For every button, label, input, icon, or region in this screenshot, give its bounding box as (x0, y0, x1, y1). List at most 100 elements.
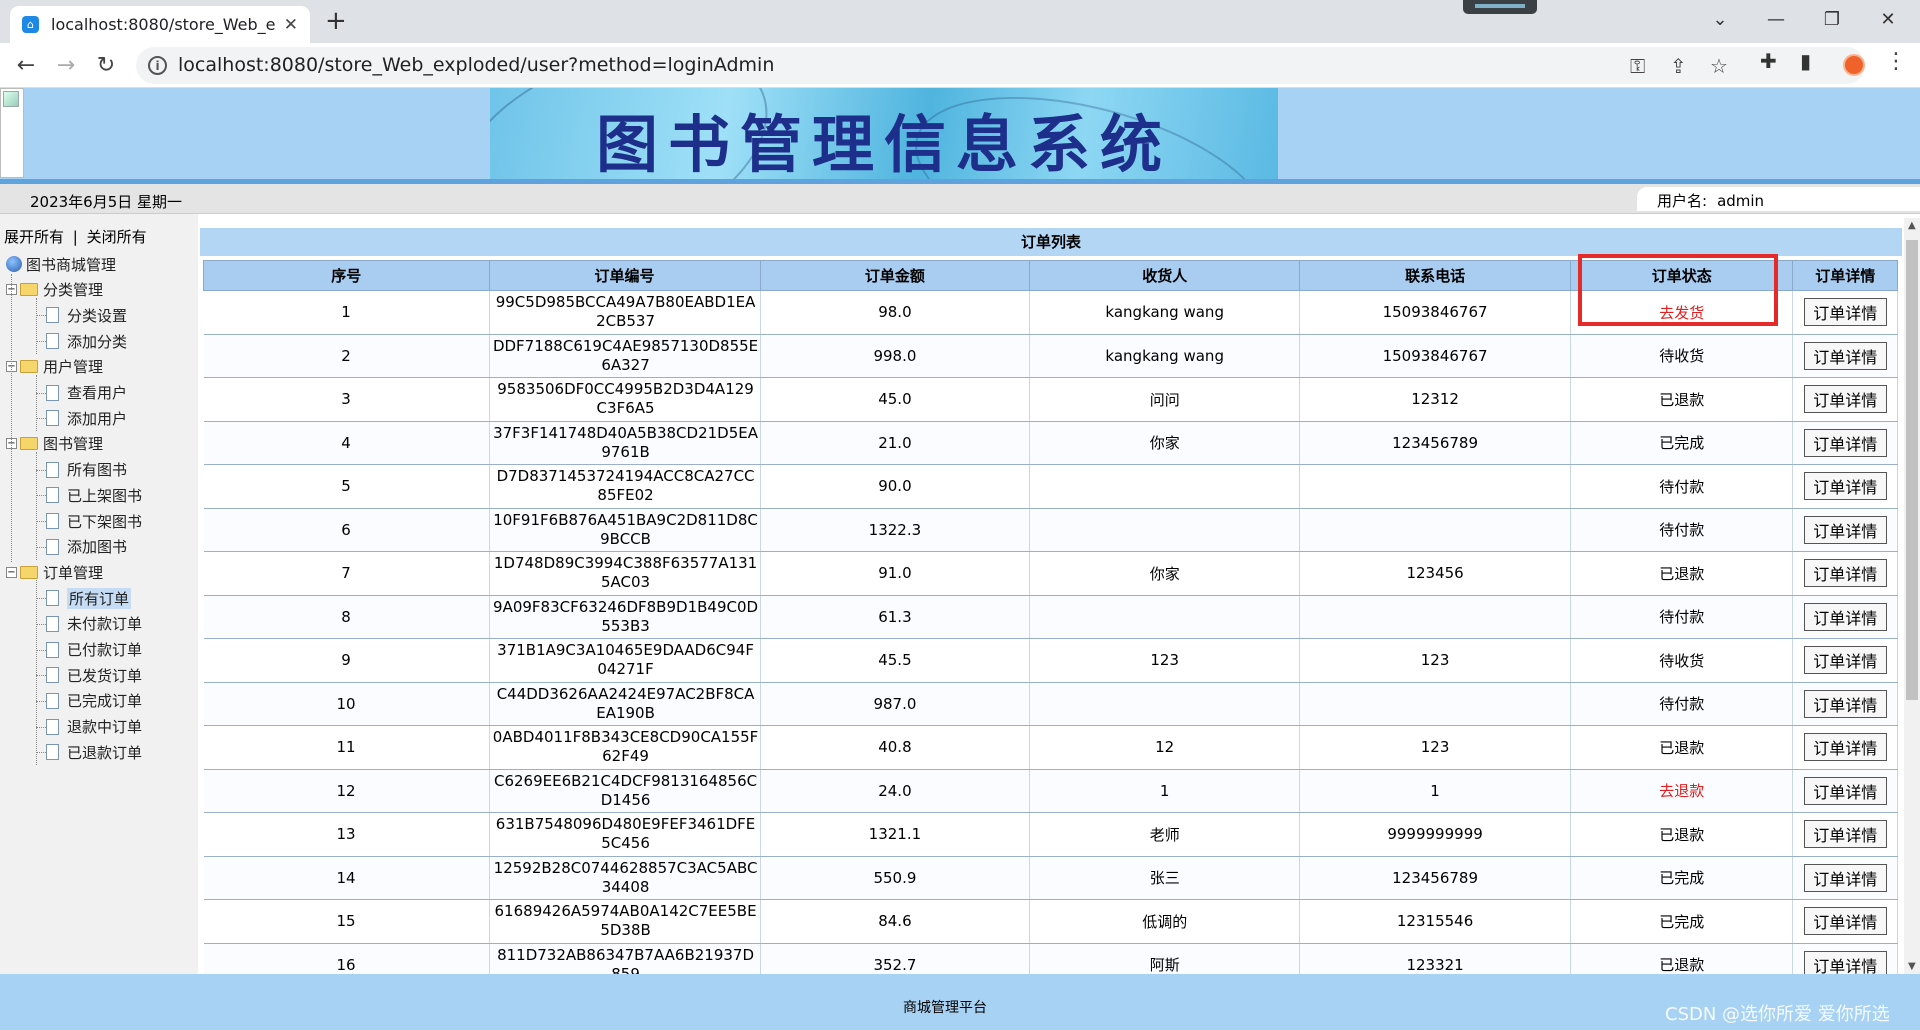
order-status[interactable]: 去退款 (1570, 769, 1794, 813)
table-row: 11 0ABD4011F8B343CE8CD90CA155F62F49 40.8 12… (203, 725, 1898, 770)
page-icon (46, 487, 59, 504)
receiver-name: 老师 (1029, 812, 1301, 857)
minimize-button[interactable]: — (1756, 4, 1796, 34)
order-status[interactable]: 去发货 (1570, 290, 1794, 335)
tree-connector (36, 469, 46, 471)
share-icon[interactable]: ⇪ (1670, 54, 1687, 78)
forward-arrow-icon[interactable]: → (50, 49, 82, 81)
order-detail-button[interactable]: 订单详情 (1803, 689, 1887, 718)
expand-all-link[interactable]: 展开所有 (4, 228, 64, 246)
order-number: 99C5D985BCCA49A7B80EABD1EA2CB537 (489, 290, 761, 335)
detail-cell: 订单详情 (1792, 334, 1898, 378)
row-index: 13 (203, 812, 490, 857)
side-panel-icon[interactable]: ▮ (1800, 49, 1811, 73)
contact-phone (1299, 464, 1572, 509)
tree-item[interactable]: 退款中订单 (46, 717, 142, 737)
row-index: 16 (203, 943, 490, 974)
row-index: 14 (203, 856, 490, 900)
order-detail-button[interactable]: 订单详情 (1803, 559, 1887, 588)
receiver-name: 阿斯 (1029, 943, 1301, 974)
orders-table-body: 1 99C5D985BCCA49A7B80EABD1EA2CB537 98.0 kan… (203, 290, 1898, 974)
close-window-button[interactable]: ✕ (1868, 4, 1908, 34)
tree-item[interactable]: 已完成订单 (46, 691, 142, 711)
tab-favicon-icon: ⌂ (22, 16, 39, 33)
tree-item[interactable]: 分类设置 (46, 305, 127, 325)
maximize-button[interactable]: ❐ (1812, 4, 1852, 34)
column-header: 订单金额 (759, 260, 1031, 291)
tree-item[interactable]: 添加用户 (46, 408, 127, 428)
address-bar[interactable]: i localhost:8080/store_Web_exploded/user… (136, 47, 1865, 84)
tree-group-4[interactable]: − 订单管理 (6, 562, 103, 582)
tree-group-3[interactable]: − 图书管理 (6, 434, 103, 454)
back-arrow-icon[interactable]: ← (10, 49, 42, 81)
tree-item[interactable]: 所有订单 (46, 587, 132, 609)
receiver-name: 问问 (1029, 377, 1301, 422)
collapse-toggle-icon[interactable]: − (6, 566, 17, 578)
tree-item[interactable]: 所有图书 (46, 460, 127, 480)
extensions-puzzle-icon[interactable]: ✚ (1760, 49, 1777, 73)
order-detail-button[interactable]: 订单详情 (1803, 646, 1887, 675)
tab-search-chevron-icon[interactable]: ⌄ (1700, 4, 1740, 34)
tree-item[interactable]: 已上架图书 (46, 485, 142, 505)
url-text[interactable]: localhost:8080/store_Web_exploded/user?m… (178, 54, 774, 76)
order-status: 已完成 (1570, 856, 1794, 900)
order-number: 10F91F6B876A451BA9C2D811D8C9BCCB (489, 508, 761, 552)
order-detail-button[interactable]: 订单详情 (1803, 950, 1887, 974)
tree-item[interactable]: 未付款订单 (46, 614, 142, 634)
order-detail-button[interactable]: 订单详情 (1803, 515, 1887, 544)
order-number: 61689426A5974AB0A142C7EE5BE5D38B (489, 899, 761, 944)
profile-avatar[interactable] (1843, 54, 1865, 76)
order-status: 待收货 (1570, 334, 1794, 378)
order-number: DDF7188C619C4AE9857130D855E6A327 (489, 334, 761, 378)
order-number: 12592B28C0744628857C3AC5ABC34408 (489, 856, 761, 900)
collapse-all-link[interactable]: 关闭所有 (87, 228, 147, 246)
tree-item[interactable]: 添加分类 (46, 331, 127, 351)
receiver-name: kangkang wang (1029, 290, 1301, 335)
site-info-icon[interactable]: i (148, 56, 167, 75)
tree-root[interactable]: 图书商城管理 (6, 254, 116, 274)
tree-item[interactable]: 添加图书 (46, 537, 127, 557)
tree-item[interactable]: 已付款订单 (46, 640, 142, 660)
column-header: 订单状态 (1570, 260, 1794, 291)
order-detail-button[interactable]: 订单详情 (1803, 298, 1887, 327)
contact-phone: 123456789 (1299, 856, 1572, 900)
order-detail-button[interactable]: 订单详情 (1803, 472, 1887, 501)
order-detail-button[interactable]: 订单详情 (1803, 820, 1887, 849)
browser-menu-icon[interactable]: ⋮ (1885, 49, 1907, 74)
scroll-down-arrow-icon[interactable]: ▼ (1908, 961, 1916, 972)
tree-item[interactable]: 查看用户 (46, 383, 127, 403)
scroll-thumb[interactable] (1906, 240, 1918, 700)
order-detail-button[interactable]: 订单详情 (1803, 602, 1887, 631)
detail-cell: 订单详情 (1792, 856, 1898, 900)
tree-item-label: 已下架图书 (67, 512, 143, 531)
scroll-up-arrow-icon[interactable]: ▲ (1908, 220, 1916, 231)
tree-group-1[interactable]: − 分类管理 (6, 280, 103, 300)
tab-close-icon[interactable]: ✕ (284, 15, 298, 35)
order-detail-button[interactable]: 订单详情 (1803, 863, 1887, 892)
bookmark-star-icon[interactable]: ☆ (1710, 54, 1728, 78)
link-divider: | (72, 228, 78, 246)
table-row: 12 C6269EE6B21C4DCF9813164856CD1456 24.0 1 1… (203, 769, 1898, 813)
reload-icon[interactable]: ↻ (90, 49, 122, 81)
tree-group-2[interactable]: − 用户管理 (6, 357, 103, 377)
order-detail-button[interactable]: 订单详情 (1803, 428, 1887, 457)
order-status: 待付款 (1570, 595, 1794, 639)
order-detail-button[interactable]: 订单详情 (1803, 341, 1887, 370)
password-key-icon[interactable]: ⚿ (1630, 54, 1645, 78)
tree-item[interactable]: 已发货订单 (46, 665, 142, 685)
order-amount: 84.6 (760, 899, 1031, 944)
order-amount: 98.0 (760, 290, 1031, 335)
order-detail-button[interactable]: 订单详情 (1803, 776, 1887, 805)
new-tab-button[interactable]: + (325, 6, 347, 36)
order-detail-button[interactable]: 订单详情 (1803, 907, 1887, 936)
browser-tab[interactable]: ⌂ localhost:8080/store_Web_exp ✕ (10, 6, 310, 43)
tree-item[interactable]: 已下架图书 (46, 511, 142, 531)
page-icon (46, 410, 59, 427)
page-scrollbar[interactable]: ▲ ▼ (1904, 218, 1920, 974)
tree-item[interactable]: 已退款订单 (46, 742, 142, 762)
table-row: 10 C44DD3626AA2424E97AC2BF8CAEA190B 987.0 待… (203, 682, 1898, 726)
order-detail-button[interactable]: 订单详情 (1803, 733, 1887, 762)
order-detail-button[interactable]: 订单详情 (1803, 385, 1887, 414)
order-status: 已完成 (1570, 421, 1794, 465)
footer-text: 商城管理平台 (903, 1000, 987, 1016)
